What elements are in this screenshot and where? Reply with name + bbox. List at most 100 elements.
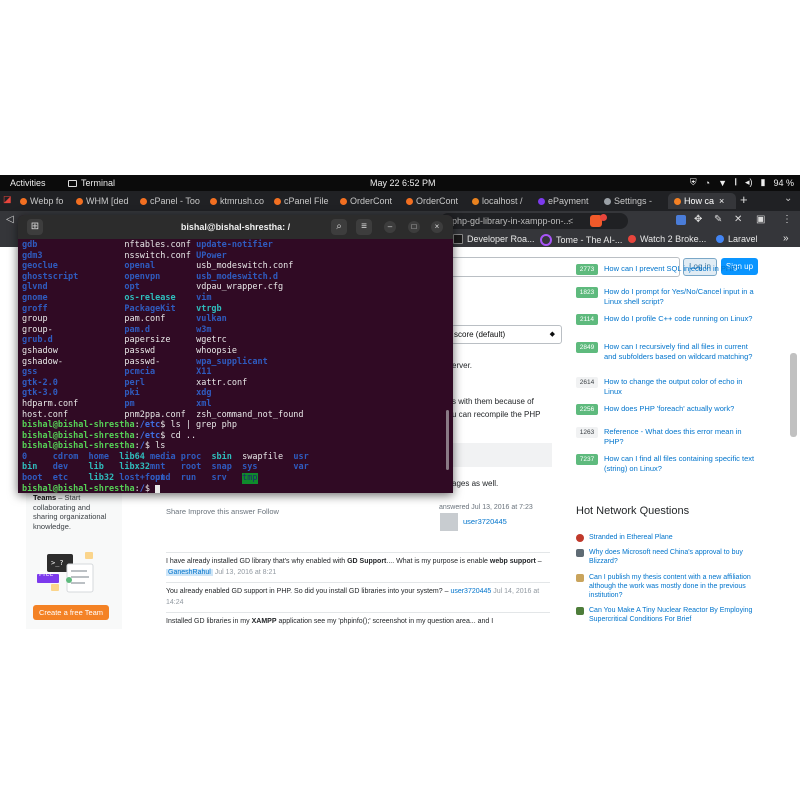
- page-scrollbar[interactable]: [790, 353, 797, 437]
- browser-tab[interactable]: WHM [ded: [76, 193, 131, 209]
- window-icon[interactable]: ▣: [756, 214, 765, 225]
- comment-date[interactable]: Jul 13, 2016 at 8:21: [215, 569, 277, 576]
- address-bar[interactable]: php-gd-library-in-xampp-on-... <: [440, 213, 628, 229]
- extension-translate-icon[interactable]: [676, 215, 686, 225]
- comment-bold: XAMPP: [251, 618, 277, 625]
- bookmark-icon[interactable]: ✎: [714, 214, 722, 225]
- bookmark-item[interactable]: Developer Roa...: [453, 234, 535, 244]
- tab-list-chevron-icon[interactable]: ⌄: [784, 193, 792, 204]
- terminal-entry: host.conf: [22, 409, 69, 420]
- menu-dots-icon[interactable]: ⋮: [782, 214, 792, 225]
- terminal-entry: group-: [22, 324, 53, 335]
- tab-close-icon[interactable]: ×: [719, 196, 724, 206]
- linked-question-link[interactable]: How do I profile C++ code running on Lin…: [604, 314, 760, 324]
- terminal-scrollbar[interactable]: [446, 410, 449, 470]
- terminal-entry: update-notifier: [196, 240, 273, 250]
- terminal-entry: pm: [124, 398, 135, 409]
- tab-label: How ca: [684, 196, 715, 206]
- terminal-header-bar[interactable]: ⊞ bishal@bishal-shrestha: / ⌕ ≡ – □ ×: [18, 215, 453, 239]
- hot-question-link[interactable]: Can I publish my thesis content with a n…: [589, 573, 754, 600]
- terminal-entry: $ ls | grep php: [160, 420, 237, 431]
- terminal-entry: zsh_command_not_found: [196, 409, 304, 420]
- vote-count-badge: 2849: [576, 342, 598, 353]
- activities-button[interactable]: Activities: [10, 178, 46, 188]
- create-team-button[interactable]: Create a free Team: [33, 605, 109, 620]
- post-menu[interactable]: Share Improve this answer Follow: [166, 507, 279, 516]
- clock[interactable]: May 22 6:52 PM: [370, 178, 436, 188]
- linked-question[interactable]: 1263 Reference - What does this error mea…: [576, 427, 792, 457]
- browser-tab[interactable]: OrderCont: [340, 193, 396, 209]
- browser-tab-active[interactable]: How ca ×: [668, 193, 736, 209]
- comment-text: application see my 'phpinfo();' screensh…: [276, 618, 494, 625]
- linked-question[interactable]: 7237 How can I find all files containing …: [576, 454, 792, 484]
- close-tab-icon[interactable]: ✕: [734, 214, 742, 225]
- linked-question-link[interactable]: How can I prevent SQL injection in PHP?: [604, 264, 760, 274]
- linked-question-link[interactable]: How does PHP 'foreach' actually work?: [604, 404, 760, 414]
- avatar[interactable]: [440, 513, 458, 531]
- browser-tab[interactable]: Settings -: [604, 193, 662, 209]
- terminal-entry: gshadow: [22, 345, 58, 356]
- close-icon[interactable]: ×: [431, 221, 443, 233]
- system-top-bar: Activities Terminal May 22 6:52 PM ⛨ ◔ ▼…: [0, 175, 800, 191]
- terminal-entry: pam.conf: [124, 314, 166, 325]
- linked-question-link[interactable]: Reference - What does this error mean in…: [604, 427, 760, 447]
- hot-question-link[interactable]: Can You Make A Tiny Nuclear Reactor By E…: [589, 606, 754, 624]
- puzzle-extensions-icon[interactable]: ✥: [694, 214, 702, 225]
- hamburger-menu-icon[interactable]: ≡: [356, 219, 372, 235]
- comment-user-link[interactable]: GaneshRahul: [166, 569, 213, 576]
- browser-tab[interactable]: cPanel - Too: [140, 193, 202, 209]
- terminal-entry: papersize: [124, 335, 171, 346]
- terminal-output[interactable]: gdb nftables.conf update-notifier gdm3 nsswi…: [22, 240, 442, 493]
- maximize-icon[interactable]: □: [408, 221, 420, 233]
- browser-tab[interactable]: localhost /: [472, 193, 530, 209]
- terminal-entry: gdm3: [22, 250, 43, 261]
- comment-bold: GD Support: [347, 558, 387, 565]
- tab-label: ePayment: [548, 196, 589, 206]
- hot-question-link[interactable]: Why does Microsoft need China's approval…: [589, 548, 754, 566]
- app-menu-terminal[interactable]: Terminal: [68, 178, 115, 188]
- answer-text: erver.: [452, 361, 473, 370]
- terminal-entry: usb_modeswitch.d: [196, 271, 278, 282]
- tab-favicon-icon: [140, 197, 147, 205]
- tab-search-icon[interactable]: ◪: [3, 194, 12, 205]
- more-bookmarks-icon[interactable]: »: [783, 233, 789, 244]
- linked-question[interactable]: 1823 How do I prompt for Yes/No/Cancel in…: [576, 287, 792, 317]
- bookmark-item[interactable]: Laravel: [716, 234, 758, 244]
- volume-icon: ◂): [745, 177, 753, 187]
- bookmark-item[interactable]: Tome - The AI-...: [540, 234, 622, 246]
- terminal-entry: glvnd: [22, 282, 48, 293]
- back-arrow-icon[interactable]: ◁: [6, 214, 14, 225]
- browser-tab[interactable]: ktmrush.co: [210, 193, 270, 209]
- new-tab-button[interactable]: +: [740, 192, 748, 207]
- browser-tab[interactable]: ePayment: [538, 193, 594, 209]
- share-icon[interactable]: <: [568, 213, 573, 229]
- linked-question[interactable]: 2849 How can I recursively find all files…: [576, 342, 792, 372]
- terminal-entry: etc: [52, 473, 69, 484]
- terminal-line: gdb nftables.conf update-notifier: [22, 240, 442, 251]
- browser-tab[interactable]: Webp fo: [20, 193, 70, 209]
- system-tray[interactable]: ⛨ ◔ ▼ 𝄃 ◂) ▮ 94 %: [690, 177, 794, 188]
- terminal-entry: ghostscript: [22, 271, 79, 282]
- sort-answers-select[interactable]: score (default) ◆: [451, 325, 562, 344]
- terminal-window[interactable]: ⊞ bishal@bishal-shrestha: / ⌕ ≡ – □ × gd…: [18, 215, 453, 493]
- linked-question-link[interactable]: How can I recursively find all files in …: [604, 342, 760, 362]
- terminal-entry: libx32: [119, 462, 150, 473]
- comment-user-link[interactable]: user3720445: [450, 588, 491, 595]
- linked-question[interactable]: 2114 How do I profile C++ code running on…: [576, 314, 792, 344]
- browser-tab[interactable]: cPanel File: [274, 193, 332, 209]
- vote-count-badge: 2114: [576, 314, 598, 325]
- bookmark-item[interactable]: Watch 2 Broke...: [628, 234, 706, 244]
- search-icon[interactable]: ⌕: [331, 219, 347, 235]
- answer-user-link[interactable]: user3720445: [463, 517, 507, 526]
- terminal-entry: proc: [180, 451, 202, 462]
- minimize-icon[interactable]: –: [384, 221, 396, 233]
- terminal-entry: pki: [124, 388, 140, 399]
- terminal-entry: gss: [22, 367, 38, 378]
- linked-question-link[interactable]: How do I prompt for Yes/No/Cancel input …: [604, 287, 760, 307]
- linked-question[interactable]: 2614 How to change the output color of ec…: [576, 377, 792, 407]
- hot-question-link[interactable]: Stranded in Ethereal Plane: [589, 533, 754, 542]
- linked-question-link[interactable]: How to change the output color of echo i…: [604, 377, 760, 397]
- linked-question-link[interactable]: How can I find all files containing spec…: [604, 454, 760, 474]
- browser-tab[interactable]: OrderCont: [406, 193, 464, 209]
- site-icon: [576, 574, 584, 582]
